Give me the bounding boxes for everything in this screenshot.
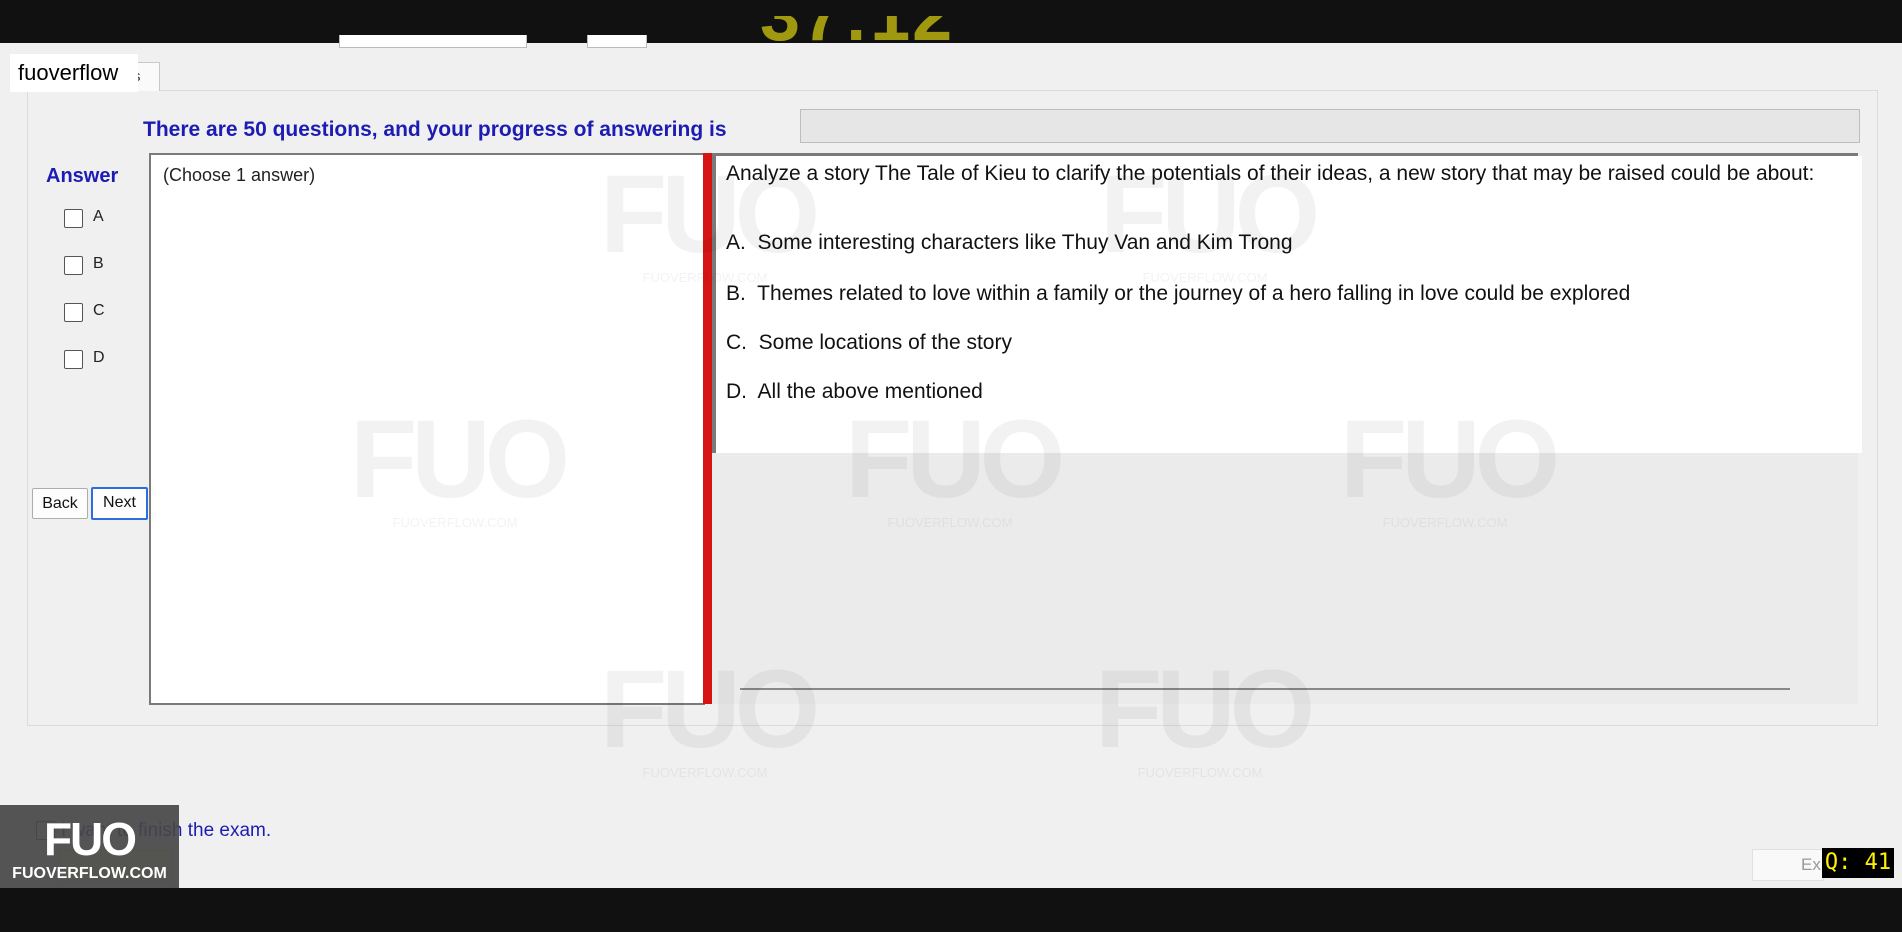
question-text: Analyze a story The Tale of Kieu to clar… — [726, 162, 1815, 185]
progress-label: There are 50 questions, and your progres… — [143, 118, 727, 141]
font-select-remnant[interactable] — [339, 35, 527, 48]
watermark-text: FUOVERFLOW.COM — [642, 765, 768, 780]
checkbox-b[interactable] — [64, 256, 83, 275]
question-area: Analyze a story The Tale of Kieu to clar… — [712, 153, 1862, 704]
size-select-remnant[interactable] — [587, 35, 647, 48]
fuoverflow-logo: FUO FUOVERFLOW.COM — [0, 805, 179, 889]
option-text: Some interesting characters like Thuy Va… — [757, 231, 1293, 254]
next-button[interactable]: Next — [91, 487, 148, 520]
answer-option-label: D — [93, 349, 105, 366]
video-bottom-bar — [0, 888, 1902, 932]
horizontal-scrollbar[interactable] — [740, 688, 1790, 690]
progress-bar — [800, 109, 1860, 143]
question-option-a: A. Some interesting characters like Thuy… — [726, 231, 1293, 255]
option-letter: D. — [726, 380, 747, 403]
question-counter: Q: 41 — [1822, 848, 1894, 878]
answer-option-label: B — [93, 255, 104, 272]
answer-hint: (Choose 1 answer) — [163, 165, 316, 185]
checkbox-c[interactable] — [64, 303, 83, 322]
back-button[interactable]: Back — [32, 488, 88, 519]
answer-option-label: C — [93, 302, 105, 319]
exam-timer: 37:12 — [760, 16, 955, 56]
option-letter: A. — [726, 231, 746, 254]
checkbox-a[interactable] — [64, 209, 83, 228]
question-option-d: D. All the above mentioned — [726, 380, 983, 404]
answer-box: (Choose 1 answer) — [149, 153, 705, 705]
answer-title: Answer — [46, 165, 119, 187]
answer-option-label: A — [93, 208, 104, 225]
question-option-b: B. Themes related to love within a famil… — [726, 282, 1630, 306]
checkbox-d[interactable] — [64, 350, 83, 369]
watermark-text: FUOVERFLOW.COM — [1137, 765, 1263, 780]
splitter[interactable] — [703, 153, 712, 704]
option-text: All the above mentioned — [757, 380, 983, 403]
option-text: Some locations of the story — [758, 331, 1012, 354]
option-letter: C. — [726, 331, 747, 354]
question-option-c: C. Some locations of the story — [726, 331, 1012, 355]
option-letter: B. — [726, 282, 746, 305]
exit-button[interactable]: Exit — [1752, 849, 1824, 881]
option-text: Themes related to love within a family o… — [757, 282, 1631, 305]
logo-text: FUOVERFLOW.COM — [12, 865, 167, 882]
question-content: Analyze a story The Tale of Kieu to clar… — [712, 156, 1862, 453]
logo-mark: FUO — [43, 813, 137, 865]
fuoverflow-overlay-label: fuoverflow — [10, 54, 138, 92]
